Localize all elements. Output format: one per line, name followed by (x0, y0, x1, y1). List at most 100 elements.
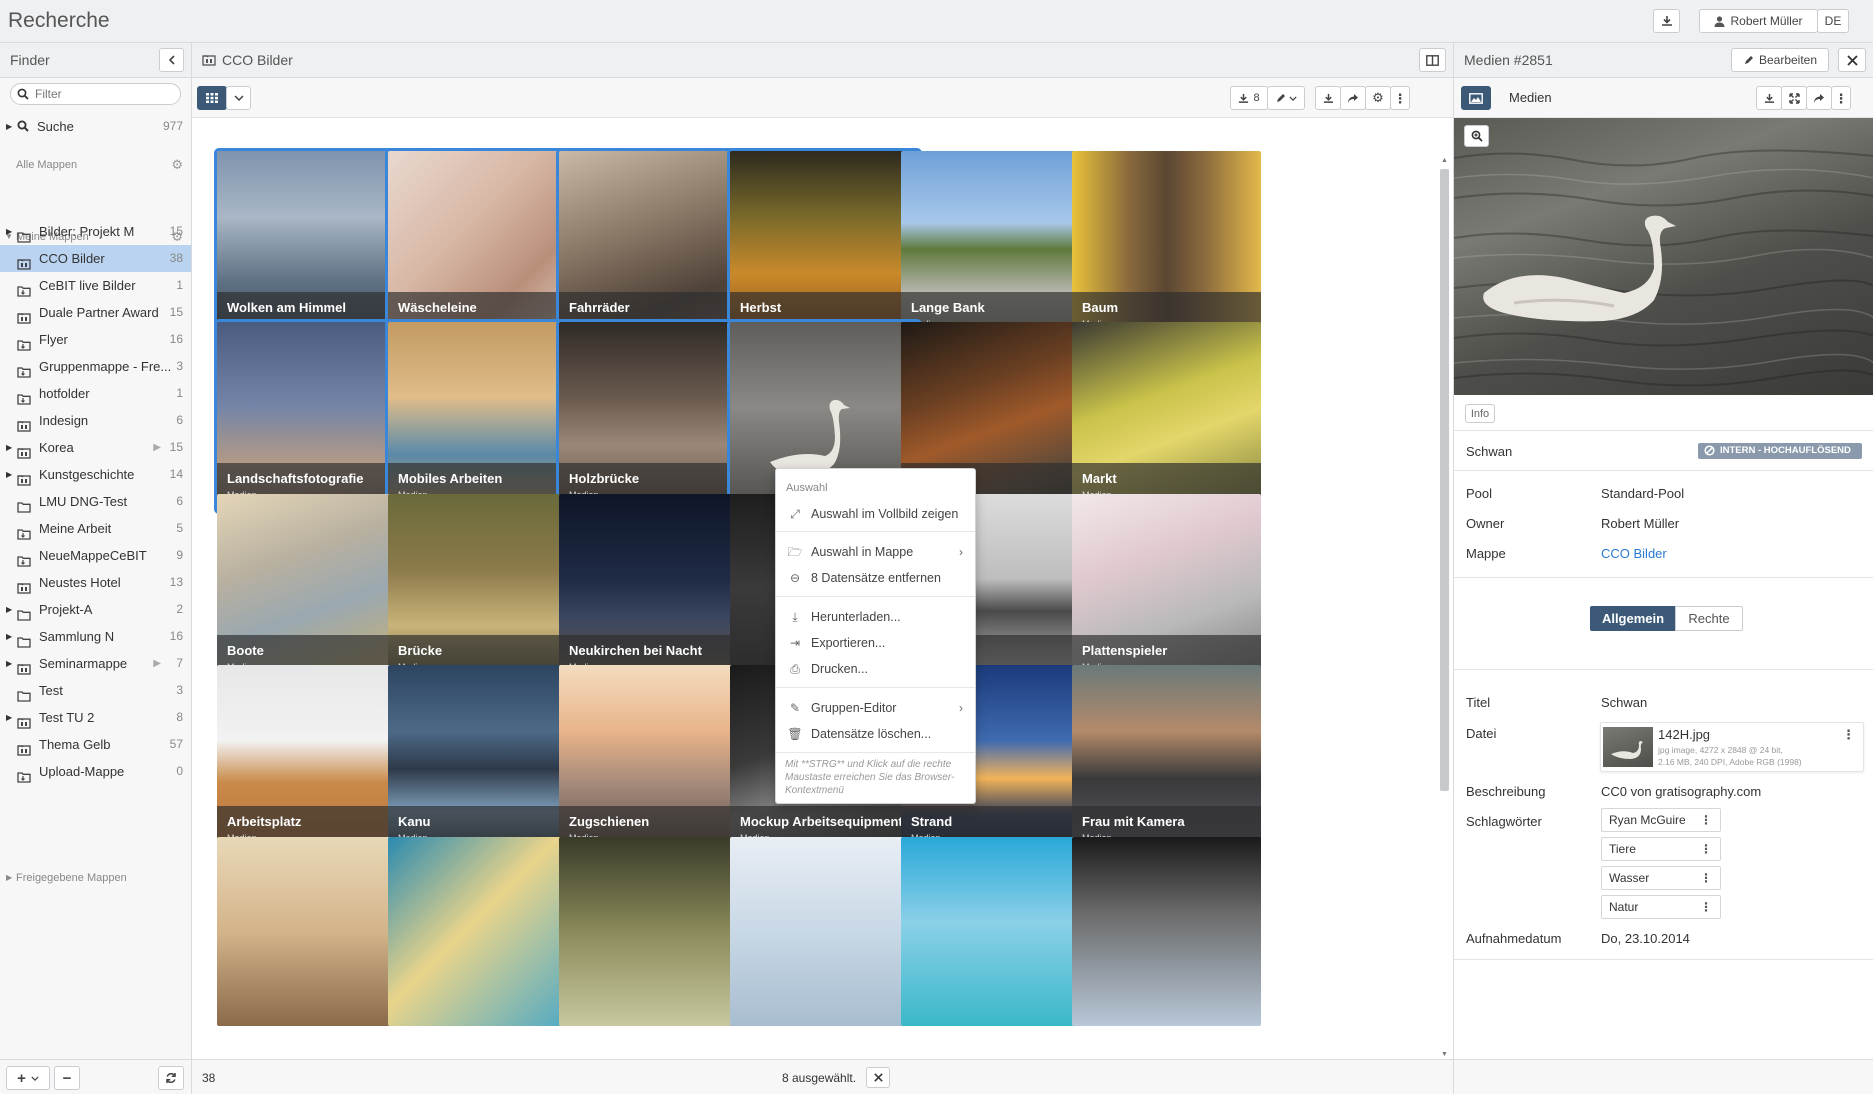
menu-item-group-editor[interactable]: ✎ Gruppen-Editor › (776, 696, 975, 720)
sidebar-folder-item[interactable]: ▶ Bilder: Projekt M 15 (0, 218, 191, 245)
media-card[interactable] (217, 837, 406, 1026)
media-card[interactable] (388, 837, 577, 1026)
scrollbar-thumb[interactable] (1440, 169, 1449, 791)
more-button[interactable]: ⋮ (1390, 86, 1410, 110)
sidebar-folder-item[interactable]: Upload-Mappe 0 (0, 758, 191, 785)
sidebar-folder-item[interactable]: NeueMappeCeBIT 9 (0, 542, 191, 569)
play-icon[interactable]: ▶ (153, 434, 161, 461)
sidebar-folder-item[interactable]: ▶ Test TU 2 8 (0, 704, 191, 731)
remove-folder-button[interactable]: − (54, 1066, 80, 1090)
media-card[interactable]: Lange BankMedien (901, 151, 1090, 340)
download-button[interactable] (1756, 86, 1782, 110)
sidebar-folder-item[interactable]: Flyer 16 (0, 326, 191, 353)
menu-item-export[interactable]: ⇥ Exportieren... (776, 631, 975, 655)
zoom-button[interactable] (1464, 125, 1489, 147)
sidebar-folder-item[interactable]: ▶ Sammlung N 16 (0, 623, 191, 650)
media-preview[interactable] (1454, 118, 1873, 395)
media-card[interactable]: MarktMedien (1072, 322, 1261, 511)
more-button[interactable]: ⋮ (1831, 86, 1851, 110)
collapse-sidebar-button[interactable] (159, 48, 184, 72)
media-card[interactable]: ArbeitsplatzMedien (217, 665, 406, 854)
sidebar-folder-item[interactable]: ▶ Kunstgeschichte 14 (0, 461, 191, 488)
media-card[interactable]: KanuMedien (388, 665, 577, 854)
sidebar-folder-item[interactable]: ▶ Korea ▶ 15 (0, 434, 191, 461)
download-selection-button[interactable]: 8 (1230, 86, 1268, 110)
all-folders-section[interactable]: Alle Mappen ⚙ (0, 147, 191, 183)
menu-item-delete[interactable]: 🗑 Datensätze löschen... (776, 722, 975, 746)
menu-item-print[interactable]: ⎙ Drucken... (776, 657, 975, 681)
share-button[interactable] (1340, 86, 1366, 110)
media-card[interactable] (901, 837, 1090, 1026)
sidebar-folder-item[interactable]: hotfolder 1 (0, 380, 191, 407)
media-card[interactable]: BaumMedien (1072, 151, 1261, 340)
add-folder-button[interactable]: + (6, 1066, 50, 1090)
menu-item-fullscreen[interactable]: ⤢ Auswahl im Vollbild zeigen (776, 502, 975, 526)
folder-link[interactable]: CCO Bilder (1601, 546, 1667, 561)
search-item[interactable]: ▶ Suche 977 (0, 113, 191, 140)
caret-right-icon[interactable]: ▶ (6, 434, 12, 461)
close-button[interactable] (1838, 48, 1866, 72)
more-vertical-icon[interactable]: ⋮ (1700, 867, 1712, 889)
tab-rights[interactable]: Rechte (1675, 606, 1743, 631)
tab-general[interactable]: Allgemein (1590, 606, 1676, 631)
sidebar-folder-item[interactable]: Test 3 (0, 677, 191, 704)
media-card[interactable] (730, 837, 919, 1026)
media-card[interactable]: BooteMedien (217, 494, 406, 683)
media-card[interactable]: FahrräderMedien (556, 148, 751, 343)
caret-right-icon[interactable]: ▶ (6, 704, 12, 731)
media-card[interactable]: Frau mit KameraMedien (1072, 665, 1261, 854)
media-card[interactable]: BrückeMedien (388, 494, 577, 683)
caret-right-icon[interactable]: ▶ (6, 596, 12, 623)
media-card[interactable] (559, 837, 748, 1026)
grid-view-button[interactable] (197, 86, 227, 110)
media-card[interactable] (1072, 837, 1261, 1026)
keyword-chip[interactable]: Wasser ⋮ (1601, 866, 1721, 890)
keyword-chip[interactable]: Natur ⋮ (1601, 895, 1721, 919)
sidebar-folder-item[interactable]: ▶ Seminarmappe ▶ 7 (0, 650, 191, 677)
media-card[interactable]: HolzbrückeMedien (556, 319, 751, 514)
share-button[interactable] (1806, 86, 1832, 110)
sidebar-folder-item[interactable]: LMU DNG-Test 6 (0, 488, 191, 515)
media-card[interactable]: Wolken am HimmelMedien (214, 148, 409, 343)
refresh-button[interactable] (158, 1066, 184, 1090)
sidebar-folder-item[interactable]: Gruppenmappe - Fre... 3 (0, 353, 191, 380)
settings-button[interactable]: ⚙ (1365, 86, 1391, 110)
more-vertical-icon[interactable]: ⋮ (1842, 727, 1855, 743)
media-card[interactable]: Mobiles ArbeitenMedien (385, 319, 580, 514)
more-vertical-icon[interactable]: ⋮ (1700, 896, 1712, 918)
filter-input[interactable] (35, 86, 175, 102)
scroll-down-icon[interactable]: ▼ (1441, 1051, 1448, 1058)
clear-selection-button[interactable] (866, 1067, 890, 1088)
download-button[interactable] (1315, 86, 1341, 110)
keyword-chip[interactable]: Tiere ⋮ (1601, 837, 1721, 861)
menu-item-add-to-folder[interactable]: 🗁 Auswahl in Mappe › (776, 540, 975, 564)
media-card[interactable]: PlattenspielerMedien (1072, 494, 1261, 683)
sidebar-folder-item[interactable]: Meine Arbeit 5 (0, 515, 191, 542)
play-icon[interactable]: ▶ (153, 650, 161, 677)
sidebar-folder-item[interactable]: Neustes Hotel 13 (0, 569, 191, 596)
gear-icon[interactable]: ⚙ (171, 147, 183, 183)
menu-item-download[interactable]: ⤓ Herunterladen... (776, 605, 975, 629)
fullscreen-button[interactable] (1781, 86, 1807, 110)
image-view-button[interactable] (1461, 86, 1491, 110)
media-card[interactable]: ZugschienenMedien (559, 665, 748, 854)
caret-right-icon[interactable]: ▶ (6, 650, 12, 677)
media-card[interactable]: HerbstMedien (727, 148, 922, 343)
edit-button[interactable]: Bearbeiten (1731, 48, 1829, 72)
sidebar-folder-item[interactable]: CCO Bilder 38 (0, 245, 191, 272)
caret-right-icon[interactable]: ▶ (6, 461, 12, 488)
more-vertical-icon[interactable]: ⋮ (1700, 809, 1712, 831)
menu-item-remove[interactable]: ⊖ 8 Datensätze entfernen (776, 566, 975, 590)
file-card[interactable]: 142H.jpg jpg image, 4272 x 2848 @ 24 bit… (1600, 722, 1864, 772)
more-vertical-icon[interactable]: ⋮ (1700, 838, 1712, 860)
edit-dropdown-button[interactable] (1267, 86, 1305, 110)
language-button[interactable]: DE (1817, 9, 1849, 33)
sidebar-folder-item[interactable]: CeBIT live Bilder 1 (0, 272, 191, 299)
scrollbar[interactable]: ▲ ▼ (1439, 157, 1449, 1059)
toggle-panel-button[interactable] (1419, 48, 1446, 72)
sidebar-folder-item[interactable]: Thema Gelb 57 (0, 731, 191, 758)
sidebar-folder-item[interactable]: Duale Partner Award 15 (0, 299, 191, 326)
download-button[interactable] (1653, 9, 1680, 33)
shared-folders-section[interactable]: ▶ Freigegebene Mappen (0, 860, 191, 896)
scroll-up-icon[interactable]: ▲ (1441, 157, 1448, 164)
